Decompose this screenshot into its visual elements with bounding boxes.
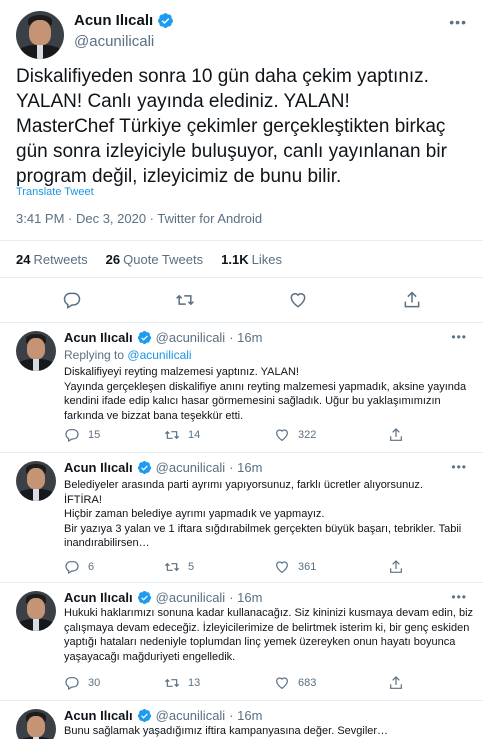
author-name[interactable]: Acun Ilıcalı — [64, 330, 133, 345]
share-icon — [388, 427, 404, 443]
like-icon — [274, 675, 290, 691]
share-icon — [388, 559, 404, 575]
avatar[interactable] — [16, 461, 56, 501]
reply-header: Acun Ilıcalı @acunilicali · 16m — [64, 460, 262, 475]
like-icon[interactable] — [288, 290, 308, 310]
like-icon — [274, 427, 290, 443]
tweet-timestamp[interactable]: 3:41 PM · Dec 3, 2020 · Twitter for Andr… — [16, 211, 262, 226]
reply-text: Belediyeler arasında parti ayrımı yapıyo… — [64, 479, 462, 549]
likes-stat[interactable]: 1.1K Likes — [221, 252, 282, 267]
like-icon — [274, 559, 290, 575]
like-button[interactable]: 683 — [274, 675, 316, 691]
verified-badge-icon — [137, 708, 152, 723]
replying-to: Replying to @acunilicali — [64, 348, 192, 362]
share-button[interactable] — [388, 427, 404, 443]
reply-actions: 15 14 322 — [64, 427, 464, 447]
retweet-button[interactable]: 14 — [164, 427, 200, 443]
reply-header: Acun Ilıcalı @acunilicali · 16m — [64, 330, 262, 345]
avatar[interactable] — [16, 709, 56, 739]
share-icon[interactable] — [402, 290, 422, 310]
more-options-icon[interactable]: ••• — [451, 330, 467, 344]
retweet-icon — [164, 675, 180, 691]
reply-icon[interactable] — [62, 290, 82, 310]
reply-header: Acun Ilıcalı @acunilicali · 16m — [64, 590, 262, 605]
verified-badge-icon — [157, 12, 174, 29]
translate-tweet-link[interactable]: Translate Tweet — [16, 186, 94, 198]
reply-time[interactable]: · 16m — [229, 590, 262, 605]
main-tweet: Acun Ilıcalı @acunilicali ••• Diskalifiy… — [0, 0, 483, 323]
verified-badge-icon — [137, 330, 152, 345]
author-handle[interactable]: @acunilicali — [156, 590, 226, 605]
retweet-button[interactable]: 5 — [164, 559, 194, 575]
reply-button[interactable]: 6 — [64, 559, 94, 575]
reply-time[interactable]: · 16m — [229, 460, 262, 475]
retweet-icon — [164, 559, 180, 575]
retweet-icon — [164, 427, 180, 443]
avatar[interactable] — [16, 591, 56, 631]
reply-button[interactable]: 30 — [64, 675, 100, 691]
author-handle[interactable]: @acunilicali — [156, 330, 226, 345]
author-handle[interactable]: @acunilicali — [74, 33, 154, 50]
verified-badge-icon — [137, 590, 152, 605]
retweet-icon[interactable] — [175, 290, 195, 310]
like-button[interactable]: 322 — [274, 427, 316, 443]
reply-tweet[interactable]: Acun Ilıcalı @acunilicali · 16m ••• Bele… — [0, 453, 483, 583]
avatar[interactable] — [16, 331, 56, 371]
tweet-text: Diskalifiyeden sonra 10 gün daha çekim y… — [16, 66, 447, 187]
retweet-button[interactable]: 13 — [164, 675, 200, 691]
reply-actions: 30 13 683 — [64, 675, 464, 695]
reply-text: Bunu sağlamak yaşadığımız iftira kampany… — [64, 725, 389, 737]
author-handle[interactable]: @acunilicali — [156, 708, 226, 723]
retweets-stat[interactable]: 24 Retweets — [16, 252, 88, 267]
reply-actions: 6 5 361 — [64, 559, 464, 579]
reply-header: Acun Ilıcalı @acunilicali · 16m — [64, 708, 262, 723]
reply-text: Diskalifiyeyi reyting malzemesi yaptınız… — [64, 366, 467, 422]
author-name[interactable]: Acun Ilıcalı — [64, 460, 133, 475]
more-options-icon[interactable]: ••• — [451, 460, 467, 474]
quote-tweets-stat[interactable]: 26 Quote Tweets — [106, 252, 203, 267]
reply-tweet[interactable]: Acun Ilıcalı @acunilicali · 16m ••• Repl… — [0, 323, 483, 453]
tweet-stats: 24 Retweets 26 Quote Tweets 1.1K Likes — [0, 240, 483, 278]
reply-text: Hukuki haklarımızı sonuna kadar kullanac… — [64, 607, 474, 663]
share-icon — [388, 675, 404, 691]
replying-to-handle[interactable]: @acunilicali — [127, 348, 191, 362]
more-options-icon[interactable]: ••• — [451, 590, 467, 604]
author-handle[interactable]: @acunilicali — [156, 460, 226, 475]
tweet-actions — [0, 282, 483, 318]
reply-button[interactable]: 15 — [64, 427, 100, 443]
author-name-row[interactable]: Acun Ilıcalı — [74, 12, 174, 29]
avatar[interactable] — [16, 11, 64, 59]
reply-time[interactable]: · 16m — [229, 708, 262, 723]
like-button[interactable]: 361 — [274, 559, 316, 575]
reply-tweet[interactable]: Acun Ilıcalı @acunilicali · 16m ••• Huku… — [0, 583, 483, 701]
share-button[interactable] — [388, 675, 404, 691]
author-name[interactable]: Acun Ilıcalı — [74, 12, 153, 29]
reply-icon — [64, 427, 80, 443]
share-button[interactable] — [388, 559, 404, 575]
reply-icon — [64, 675, 80, 691]
reply-time[interactable]: · 16m — [229, 330, 262, 345]
reply-icon — [64, 559, 80, 575]
reply-tweet[interactable]: Acun Ilıcalı @acunilicali · 16m Bunu sağ… — [0, 701, 483, 739]
author-name[interactable]: Acun Ilıcalı — [64, 590, 133, 605]
author-name[interactable]: Acun Ilıcalı — [64, 708, 133, 723]
more-options-icon[interactable]: ••• — [449, 14, 467, 30]
verified-badge-icon — [137, 460, 152, 475]
